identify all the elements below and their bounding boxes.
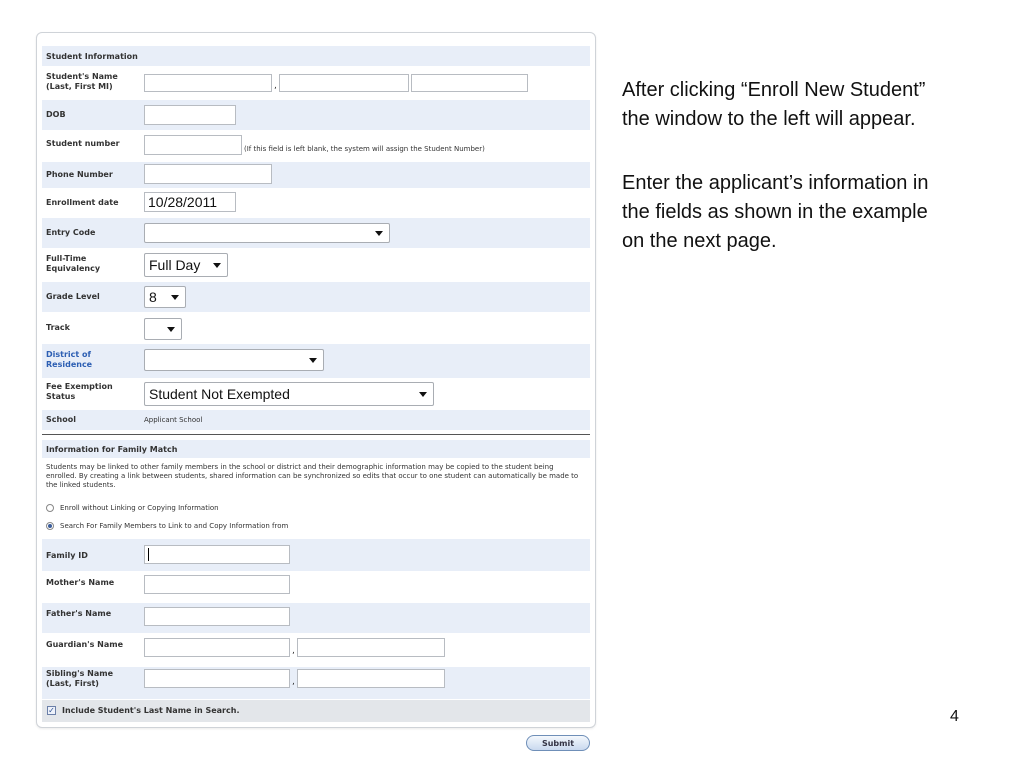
sibling-last-input[interactable] (144, 669, 290, 688)
page-number: 4 (950, 708, 959, 725)
chevron-down-icon (213, 263, 221, 268)
school-label: School (46, 415, 76, 424)
text-cursor (148, 548, 149, 562)
dob-input[interactable] (144, 105, 236, 125)
mother-name-label: Mother's Name (46, 578, 115, 587)
student-info-title: Student Information (46, 52, 138, 61)
row-guardian-name: Guardian's Name , (42, 633, 590, 666)
row-student-name: Student's Name (Last, First MI) , (42, 66, 590, 99)
row-entry-code: Entry Code (42, 217, 590, 248)
mother-name-input[interactable] (144, 575, 290, 594)
section-divider (42, 434, 590, 435)
family-match-title: Information for Family Match (46, 445, 178, 454)
row-include-last-name: ✓ Include Student's Last Name in Search. (42, 699, 590, 722)
middle-initial-input[interactable] (411, 74, 528, 92)
guardian-comma: , (292, 646, 295, 656)
family-id-label: Family ID (46, 551, 88, 560)
family-match-header: Information for Family Match (42, 439, 590, 458)
school-value: Applicant School (144, 416, 203, 424)
student-number-hint: (If this field is left blank, the system… (244, 145, 485, 153)
sibling-comma: , (292, 677, 295, 687)
sibling-name-label: Sibling's Name (Last, First) (46, 669, 113, 688)
row-fee-exemption: Fee Exemption Status Student Not Exempte… (42, 378, 590, 409)
grade-level-value: 8 (149, 289, 157, 305)
chevron-down-icon (419, 392, 427, 397)
entry-code-select[interactable] (144, 223, 390, 243)
row-track: Track (42, 312, 590, 343)
include-last-name-checkbox[interactable]: ✓ (47, 706, 56, 715)
student-number-label: Student number (46, 139, 120, 148)
fte-value: Full Day (149, 257, 201, 273)
row-dob: DOB (42, 99, 590, 130)
first-name-input[interactable] (279, 74, 409, 92)
fee-exemption-select[interactable]: Student Not Exempted (144, 382, 434, 406)
sibling-first-input[interactable] (297, 669, 445, 688)
row-family-id: Family ID (42, 538, 590, 571)
father-name-input[interactable] (144, 607, 290, 626)
father-name-label: Father's Name (46, 609, 112, 618)
phone-label: Phone Number (46, 170, 113, 179)
include-last-name-row[interactable]: ✓ Include Student's Last Name in Search. (47, 706, 239, 716)
district-select[interactable] (144, 349, 324, 371)
fee-exemption-label: Fee Exemption Status (46, 382, 113, 401)
track-label: Track (46, 323, 70, 332)
row-fte: Full-Time Equivalency Full Day (42, 248, 590, 281)
entry-code-label: Entry Code (46, 228, 96, 237)
last-name-input[interactable] (144, 74, 272, 92)
grade-level-label: Grade Level (46, 292, 100, 301)
name-comma: , (274, 81, 277, 91)
row-phone: Phone Number (42, 161, 590, 188)
enrollment-date-input[interactable]: 10/28/2011 (144, 192, 236, 212)
fte-label: Full-Time Equivalency (46, 254, 101, 273)
radio-enroll-without-label: Enroll without Linking or Copying Inform… (60, 504, 219, 512)
include-last-name-label: Include Student's Last Name in Search. (62, 706, 240, 715)
row-district: District of Residence (42, 343, 590, 378)
student-number-input[interactable] (144, 135, 242, 155)
radio-search-family-label: Search For Family Members to Link to and… (60, 522, 289, 530)
chevron-down-icon (375, 231, 383, 236)
guardian-first-input[interactable] (297, 638, 445, 657)
guardian-name-label: Guardian's Name (46, 640, 124, 649)
row-grade-level: Grade Level 8 (42, 281, 590, 312)
district-label[interactable]: District of Residence (46, 350, 126, 370)
instruction-line-5: on the next page. (622, 230, 777, 252)
student-name-label: Student's Name (Last, First MI) (46, 72, 118, 91)
row-student-number: Student number (If this field is left bl… (42, 130, 590, 161)
radio-search-row[interactable]: Search For Family Members to Link to and… (46, 522, 288, 530)
instructions-paragraph-2: Enter the applicant’s information in the… (622, 169, 1022, 256)
instruction-line-1: After clicking “Enroll New Student” (622, 79, 926, 101)
guardian-last-input[interactable] (144, 638, 290, 657)
row-sibling-name: Sibling's Name (Last, First) , (42, 666, 590, 699)
instructions-paragraph-1: After clicking “Enroll New Student” the … (622, 76, 1022, 134)
fee-exemption-value: Student Not Exempted (149, 386, 290, 402)
row-school: School Applicant School (42, 409, 590, 430)
fte-select[interactable]: Full Day (144, 253, 228, 277)
grade-level-select[interactable]: 8 (144, 286, 186, 308)
phone-input[interactable] (144, 164, 272, 184)
family-match-note: Students may be linked to other family m… (46, 463, 579, 489)
row-father-name: Father's Name (42, 602, 590, 633)
instruction-line-2: the window to the left will appear. (622, 108, 916, 130)
radio-enroll-without[interactable] (46, 504, 54, 512)
chevron-down-icon (167, 327, 175, 332)
enrollment-date-label: Enrollment date (46, 198, 119, 207)
row-enrollment-date: Enrollment date 10/28/2011 (42, 188, 590, 217)
student-info-header: Student Information (42, 45, 590, 66)
enroll-student-form: Student Information Student's Name (Last… (36, 32, 596, 728)
chevron-down-icon (309, 358, 317, 363)
radio-search-family[interactable] (46, 522, 54, 530)
chevron-down-icon (171, 295, 179, 300)
dob-label: DOB (46, 110, 66, 119)
instruction-line-3: Enter the applicant’s information in (622, 172, 929, 194)
family-id-input[interactable] (144, 545, 290, 564)
instruction-line-4: the fields as shown in the example (622, 201, 928, 223)
track-select[interactable] (144, 318, 182, 340)
submit-button[interactable]: Submit (526, 735, 590, 751)
radio-enroll-without-row[interactable]: Enroll without Linking or Copying Inform… (46, 504, 219, 512)
row-mother-name: Mother's Name (42, 571, 590, 602)
